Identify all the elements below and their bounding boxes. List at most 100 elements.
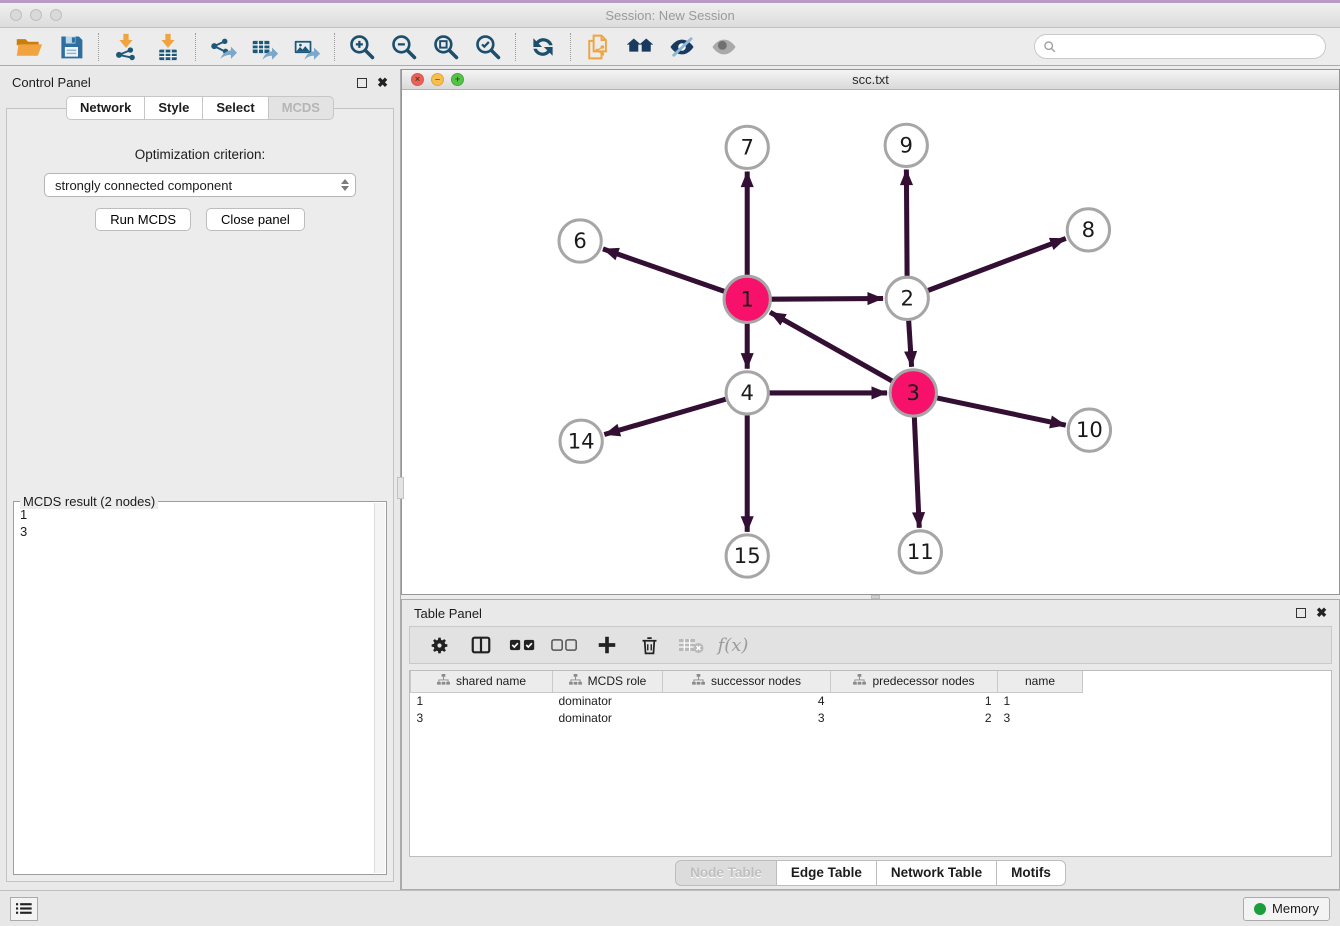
import-network-icon[interactable]	[105, 31, 147, 63]
tab-network[interactable]: Network	[66, 96, 145, 120]
mcds-result-text[interactable]: 1 3	[20, 506, 372, 872]
save-session-icon[interactable]	[50, 31, 92, 63]
search-icon	[1043, 40, 1057, 54]
column-header-name[interactable]: name	[998, 671, 1083, 692]
tab-mcds[interactable]: MCDS	[269, 96, 334, 120]
column-header-shared-name[interactable]: shared name	[411, 671, 553, 692]
table-cell[interactable]: dominator	[553, 709, 663, 726]
graph-node-10[interactable]: 10	[1068, 409, 1110, 451]
network-canvas[interactable]: 7 9 6 8 1 2 4 3 14 10 15 11	[402, 90, 1339, 594]
table-cell[interactable]: 3	[998, 709, 1083, 726]
graph-edge-2-3[interactable]	[909, 320, 912, 366]
graph-node-2[interactable]: 2	[886, 277, 928, 319]
graph-node-9[interactable]: 9	[885, 124, 927, 166]
show-all-icon[interactable]	[703, 31, 745, 63]
delete-column-icon[interactable]	[632, 630, 666, 660]
graph-node-4[interactable]: 4	[726, 372, 768, 414]
add-column-icon[interactable]	[590, 630, 624, 660]
result-scrollbar[interactable]	[374, 503, 385, 873]
column-header-MCDS-role[interactable]: MCDS role	[553, 671, 663, 692]
memory-status-icon	[1254, 903, 1266, 915]
tab-node-table[interactable]: Node Table	[675, 860, 777, 886]
graph-edge-2-9[interactable]	[906, 169, 907, 276]
zoom-selected-icon[interactable]	[467, 31, 509, 63]
graph-edge-1-6[interactable]	[603, 249, 724, 291]
graph-node-3[interactable]: 3	[890, 370, 936, 416]
table-cell[interactable]: 3	[411, 709, 553, 726]
export-image-icon[interactable]	[286, 31, 328, 63]
table-row[interactable]: 1dominator411	[411, 692, 1083, 709]
svg-text:10: 10	[1076, 417, 1103, 442]
tab-motifs[interactable]: Motifs	[997, 860, 1066, 886]
graph-node-11[interactable]: 11	[899, 531, 941, 573]
graph-edge-3-11[interactable]	[914, 417, 919, 528]
hide-selected-icon[interactable]	[661, 31, 703, 63]
deselect-all-checkboxes-icon[interactable]	[548, 630, 582, 660]
table-cell[interactable]: 3	[663, 709, 831, 726]
svg-text:8: 8	[1082, 217, 1095, 242]
zoom-in-icon[interactable]	[341, 31, 383, 63]
apply-layout-icon[interactable]	[619, 31, 661, 63]
delete-table-icon[interactable]	[674, 630, 708, 660]
zoom-fit-icon[interactable]	[425, 31, 467, 63]
refresh-view-icon[interactable]	[522, 31, 564, 63]
tab-network-table[interactable]: Network Table	[877, 860, 997, 886]
run-mcds-button[interactable]: Run MCDS	[95, 208, 191, 231]
table-row[interactable]: 3dominator323	[411, 709, 1083, 726]
criterion-dropdown[interactable]: strongly connected component	[44, 173, 356, 197]
column-header-predecessor-nodes[interactable]: predecessor nodes	[831, 671, 998, 692]
close-panel-icon[interactable]: ✖	[377, 78, 388, 88]
table-cell[interactable]: dominator	[553, 692, 663, 709]
select-all-checkboxes-icon[interactable]	[506, 630, 540, 660]
vertical-splitter-grip[interactable]	[397, 477, 404, 499]
graph-node-7[interactable]: 7	[726, 126, 768, 168]
search-box[interactable]	[1034, 34, 1326, 59]
memory-button[interactable]: Memory	[1243, 897, 1330, 921]
node-table[interactable]: shared nameMCDS rolesuccessor nodesprede…	[409, 670, 1332, 857]
horizontal-splitter[interactable]	[401, 595, 1340, 599]
zoom-out-icon[interactable]	[383, 31, 425, 63]
table-cell[interactable]: 1	[831, 692, 998, 709]
tab-edge-table[interactable]: Edge Table	[777, 860, 877, 886]
network-zoom-button[interactable]: +	[451, 73, 464, 86]
graph-edge-4-14[interactable]	[604, 399, 726, 434]
control-panel-tabs: NetworkStyleSelectMCDS	[0, 96, 400, 120]
open-session-icon[interactable]	[8, 31, 50, 63]
table-cell[interactable]: 4	[663, 692, 831, 709]
import-table-icon[interactable]	[147, 31, 189, 63]
svg-text:4: 4	[740, 380, 753, 405]
float-table-panel-icon[interactable]	[1296, 608, 1306, 618]
graph-node-15[interactable]: 15	[726, 535, 768, 577]
graph-edge-3-1[interactable]	[770, 312, 892, 381]
graph-node-8[interactable]: 8	[1067, 209, 1109, 251]
svg-text:11: 11	[907, 539, 934, 564]
duplicate-network-icon[interactable]	[577, 31, 619, 63]
export-table-icon[interactable]	[244, 31, 286, 63]
task-history-button[interactable]	[10, 897, 38, 921]
graph-edge-1-2[interactable]	[771, 298, 883, 299]
settings-icon[interactable]	[422, 630, 456, 660]
network-close-button[interactable]: ×	[411, 73, 424, 86]
horizontal-splitter-grip[interactable]	[871, 595, 880, 599]
graph-edge-3-10[interactable]	[937, 398, 1066, 425]
tab-style[interactable]: Style	[145, 96, 203, 120]
close-panel-button[interactable]: Close panel	[206, 208, 305, 231]
graph-node-6[interactable]: 6	[559, 220, 601, 262]
column-header-successor-nodes[interactable]: successor nodes	[663, 671, 831, 692]
table-cell[interactable]: 1	[998, 692, 1083, 709]
graph-node-1[interactable]: 1	[724, 276, 770, 322]
svg-text:15: 15	[734, 543, 761, 568]
split-view-icon[interactable]	[464, 630, 498, 660]
close-table-panel-icon[interactable]: ✖	[1316, 608, 1327, 618]
graph-node-14[interactable]: 14	[560, 420, 602, 462]
export-network-icon[interactable]	[202, 31, 244, 63]
float-panel-icon[interactable]	[357, 78, 367, 88]
graph-edge-2-8[interactable]	[928, 238, 1066, 290]
table-cell[interactable]: 1	[411, 692, 553, 709]
function-builder-icon[interactable]: f(x)	[716, 630, 750, 660]
optimization-criterion-label: Optimization criterion:	[7, 147, 393, 162]
network-minimize-button[interactable]: –	[431, 73, 444, 86]
search-input[interactable]	[1062, 39, 1317, 54]
tab-select[interactable]: Select	[203, 96, 268, 120]
table-cell[interactable]: 2	[831, 709, 998, 726]
